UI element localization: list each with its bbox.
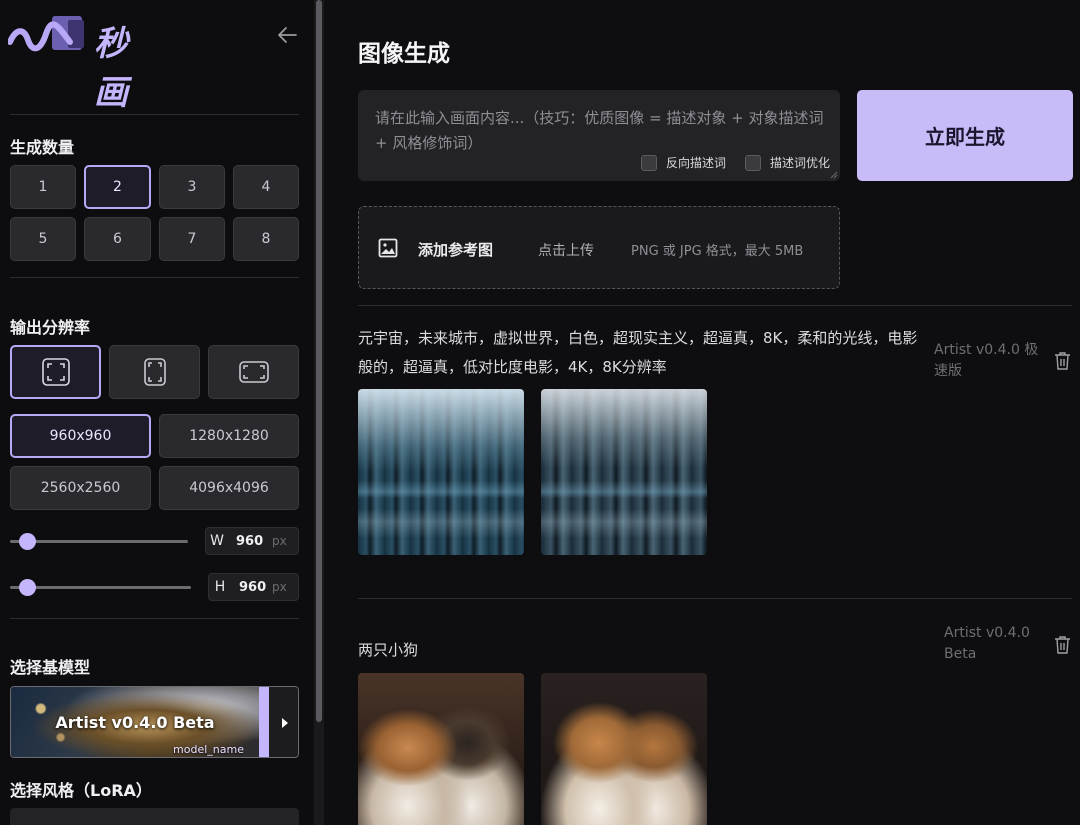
- height-slider-track: [10, 586, 191, 589]
- height-unit: px: [272, 580, 287, 594]
- generated-image[interactable]: [358, 673, 524, 825]
- count-button-4[interactable]: 4: [233, 165, 299, 209]
- upload-hint: PNG 或 JPG 格式，最大 5MB: [631, 244, 804, 259]
- result-model-label: Artist v0.4.0 Beta: [944, 625, 1030, 662]
- portrait-aspect-icon: [143, 358, 166, 386]
- generate-button[interactable]: 立即生成: [857, 90, 1073, 181]
- model-subtitle: model_name: [173, 743, 244, 756]
- resolution-2560-button[interactable]: 2560x2560: [10, 466, 151, 510]
- resolution-section-title: 输出分辨率: [10, 318, 91, 337]
- height-slider-knob[interactable]: [19, 579, 36, 596]
- aspect-landscape-button[interactable]: [208, 345, 299, 399]
- square-aspect-icon: [41, 358, 70, 386]
- height-value: 960: [239, 579, 267, 595]
- model-section-title: 选择基模型: [10, 658, 91, 677]
- lora-section-title: 选择风格（LoRA）: [10, 781, 152, 800]
- upload-action[interactable]: 点击上传: [538, 240, 594, 260]
- scrollbar-thumb[interactable]: [316, 0, 322, 722]
- app-logo[interactable]: 秒画: [8, 12, 158, 113]
- resolution-960-button[interactable]: 960x960: [10, 414, 151, 458]
- height-slider[interactable]: [10, 577, 192, 597]
- divider: [358, 305, 1072, 306]
- width-slider-track: [10, 540, 188, 543]
- count-button-1[interactable]: 1: [10, 165, 76, 209]
- base-model-card[interactable]: Artist v0.4.0 Beta model_name: [10, 686, 299, 758]
- height-label: H: [214, 579, 226, 595]
- model-accent-bar: [259, 687, 269, 757]
- caret-right-icon: [281, 718, 288, 728]
- result-prompt: 两只小狗: [358, 641, 419, 659]
- generated-image[interactable]: [358, 389, 524, 555]
- width-input[interactable]: W 960 px: [205, 527, 299, 555]
- resolution-4096-button[interactable]: 4096x4096: [159, 466, 299, 510]
- divider: [10, 618, 299, 619]
- negative-prompt-label: 反向描述词: [666, 156, 727, 170]
- count-button-5[interactable]: 5: [10, 217, 76, 261]
- generated-image[interactable]: [541, 673, 707, 825]
- landscape-aspect-icon: [238, 361, 269, 383]
- divider: [10, 114, 299, 115]
- upload-title: 添加参考图: [418, 241, 494, 259]
- resize-handle-icon[interactable]: [830, 171, 838, 179]
- aspect-portrait-button[interactable]: [109, 345, 200, 399]
- count-button-6[interactable]: 6: [84, 217, 151, 261]
- generated-image[interactable]: [541, 389, 707, 555]
- prompt-optimize-label: 描述词优化: [770, 156, 831, 170]
- lora-selector[interactable]: [10, 808, 299, 825]
- count-button-8[interactable]: 8: [233, 217, 299, 261]
- back-arrow-icon[interactable]: [274, 22, 300, 48]
- logo-mark-icon: [8, 16, 84, 52]
- reference-image-upload[interactable]: 添加参考图 点击上传 PNG 或 JPG 格式，最大 5MB: [358, 206, 840, 289]
- count-section-title: 生成数量: [10, 138, 75, 157]
- trash-icon[interactable]: [1054, 635, 1071, 654]
- logo-text: 秒画: [94, 24, 130, 113]
- checkbox-box[interactable]: [641, 154, 657, 171]
- image-reflection: [541, 389, 707, 555]
- count-button-3[interactable]: 3: [159, 165, 225, 209]
- result-prompt: 元宇宙，未来城市，虚拟世界，白色，超现实主义，超逼真，8K，柔和的光线，电影般的…: [358, 329, 918, 376]
- image-icon: [378, 238, 398, 258]
- sidebar: 秒画 生成数量 1 2 3 4 5 6 7 8 输出分辨率 960x960 12…: [0, 0, 310, 825]
- height-input[interactable]: H 960 px: [208, 573, 299, 601]
- prompt-optimize-checkbox[interactable]: 描述词优化: [745, 154, 830, 171]
- width-label: W: [210, 533, 224, 549]
- model-name: Artist v0.4.0 Beta: [55, 713, 215, 732]
- sidebar-scrollbar[interactable]: [314, 0, 324, 825]
- result-model-label: Artist v0.4.0 极速版: [934, 342, 1039, 379]
- page-title: 图像生成: [358, 41, 450, 67]
- width-slider-knob[interactable]: [19, 533, 36, 550]
- divider: [358, 598, 1072, 599]
- prompt-textarea[interactable]: 请在此输入画面内容...（技巧：优质图像 = 描述对象 + 对象描述词 + 风格…: [358, 90, 840, 181]
- negative-prompt-checkbox[interactable]: 反向描述词: [641, 154, 726, 171]
- count-button-2[interactable]: 2: [84, 165, 151, 209]
- width-value: 960: [236, 533, 264, 549]
- aspect-square-button[interactable]: [10, 345, 101, 399]
- trash-icon[interactable]: [1054, 351, 1071, 370]
- checkbox-box[interactable]: [745, 154, 761, 171]
- width-unit: px: [272, 534, 287, 548]
- resolution-1280-button[interactable]: 1280x1280: [159, 414, 299, 458]
- prompt-placeholder: 请在此输入画面内容...（技巧：优质图像 = 描述对象 + 对象描述词 + 风格…: [375, 109, 824, 152]
- model-expand-button[interactable]: [269, 687, 298, 757]
- divider: [10, 277, 299, 278]
- count-button-7[interactable]: 7: [159, 217, 225, 261]
- width-slider[interactable]: [10, 531, 190, 551]
- image-reflection: [358, 389, 524, 555]
